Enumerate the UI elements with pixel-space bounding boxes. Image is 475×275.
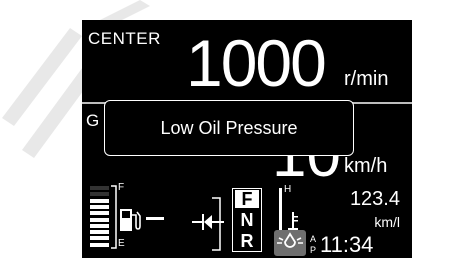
oil-pressure-icon [274,230,306,256]
fuel-pump-icon [120,209,141,231]
gear-f: F [235,190,259,208]
clock: 11:34 [320,232,374,257]
alert-popup: Low Oil Pressure [104,100,354,156]
fuel-segment [90,242,109,247]
mode-label: CENTER [88,29,161,48]
fuel-segment [90,236,109,241]
gauge-dash [146,217,164,220]
fuel-full-label: F [118,182,125,193]
fuel-segment [90,198,109,203]
fuel-segment [90,186,109,190]
am-label: A [310,234,317,244]
gear-r: R [240,231,254,251]
fuel-consumption-unit: km/l [374,214,400,230]
fuel-scale-bracket [111,185,117,249]
rpm-value: 1000 [186,26,327,100]
instrument-display: CENTER 1000 r/min G 10 km/h Low Oil Pres… [82,20,412,258]
fuel-segment [90,230,109,235]
fuel-segment [90,192,109,197]
gear-bracket [212,197,221,251]
am-pm-indicator: A P [310,234,316,256]
fuel-segment [90,217,109,222]
fuel-segment [90,223,109,228]
rpm-unit: r/min [344,68,389,90]
fuel-empty-label: E [118,238,125,249]
gear-n: N [240,210,254,230]
gear-selector: F N R [232,188,262,252]
temp-high-label: H [284,184,292,195]
fuel-segment [90,211,109,216]
fuel-segment [90,204,109,209]
alert-message: Low Oil Pressure [160,117,298,138]
speed-mode-label: G [86,111,100,130]
fuel-consumption-value: 123.4 [349,188,400,210]
pm-label: P [310,245,317,255]
speed-unit: km/h [344,155,388,177]
